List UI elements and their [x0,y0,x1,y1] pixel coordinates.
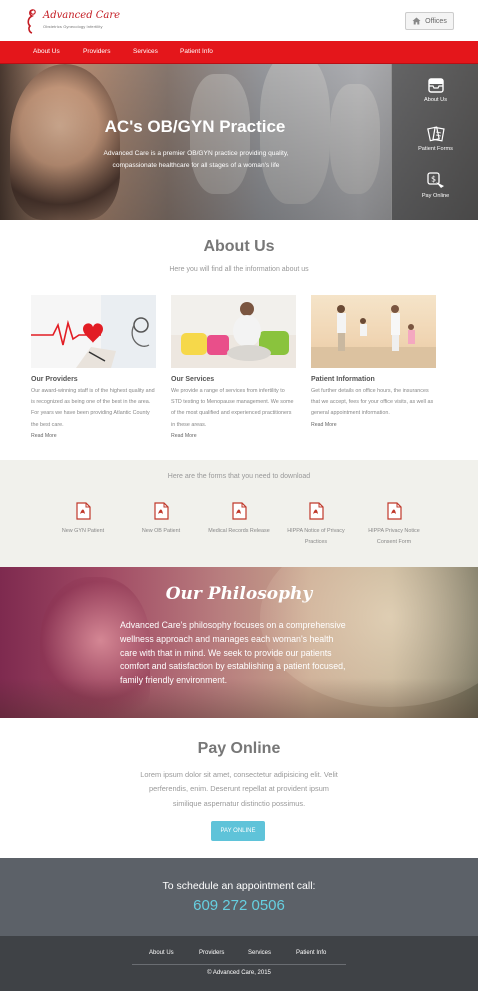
footer-divider [132,964,346,965]
form-label: Medical Records Release [208,528,270,534]
read-more-link[interactable]: Read More [171,433,296,439]
footer-link-providers[interactable]: Providers [199,950,224,956]
pay-text: Lorem ipsum dolor sit amet, consectetur … [140,770,338,808]
brand-tagline: Obstetrics Gynecology Infertility [43,24,103,29]
form-label: HIPPA Notice of Privacy Practices [287,528,345,545]
pdf-icon [232,502,247,520]
quick-link-label: Patient Forms [418,146,453,152]
form-label: New GYN Patient [61,528,105,534]
form-hippa-notice-privacy-practices[interactable]: HIPPA Notice of Privacy Practices [281,502,351,547]
forms-section: Here are the forms that you need to down… [0,460,478,567]
appointment-text: To schedule an appointment call: [162,880,316,892]
pay-title: Pay Online [197,740,281,757]
philosophy-section: Our Philosophy Advanced Care's philosoph… [0,567,478,718]
form-hippa-privacy-consent[interactable]: HIPPA Privacy Notice Consent Form [358,502,430,547]
card-title: Our Services [171,376,215,383]
inbox-icon [427,78,444,93]
philosophy-title: Our Philosophy [165,584,313,604]
card-text: Our award-winning staff is of the highes… [31,388,155,428]
card-our-providers: Our Providers Our award-winning staff is… [31,295,156,439]
appointment-section: To schedule an appointment call: 609 272… [0,858,478,936]
pay-online-button[interactable]: PAY ONLINE [211,821,265,841]
quick-link-patient-forms[interactable]: Patient Forms [392,126,478,152]
nav-item-services[interactable]: Services [133,48,158,55]
pdf-icon [76,502,91,520]
hero-title: AC's OB/GYN Practice [104,117,286,136]
footer-link-services[interactable]: Services [248,950,271,956]
providers-image [31,295,156,368]
patient-info-image [311,295,436,368]
logo[interactable]: Advanced Care Obstetrics Gynecology Infe… [24,7,134,35]
card-patient-information: Patient Information Get further details … [311,295,436,428]
offices-button[interactable]: Offices [405,12,454,30]
card-text: Get further details on office hours, the… [311,388,434,417]
logo-icon [27,9,36,34]
card-our-services: Our Services We provide a range of servi… [171,295,296,439]
about-title: About Us [203,238,275,255]
form-new-ob-patient[interactable]: New OB Patient [126,502,196,537]
quick-link-label: About Us [423,97,447,103]
forms-heading: Here are the forms that you need to down… [167,473,311,480]
pdf-icon [154,502,169,520]
form-medical-records-release[interactable]: Medical Records Release [203,502,275,537]
nav-item-patient-info[interactable]: Patient Info [180,48,213,55]
quick-link-label: Pay Online [421,193,450,199]
form-label: New OB Patient [141,528,181,534]
card-text: We provide a range of services from infe… [171,388,294,428]
card-title: Our Providers [31,376,78,383]
appointment-phone[interactable]: 609 272 0506 [0,897,478,914]
pdf-icon [309,502,324,520]
pay-icon: $ [426,172,444,188]
main-nav: About Us Providers Services Patient Info [0,41,478,64]
pdf-icon [387,502,402,520]
quick-link-pay-online[interactable]: $ Pay Online [392,172,478,199]
about-subtitle: Here you will find all the information a… [169,266,309,273]
footer-copyright: © Advanced Care, 2015 [207,970,271,976]
read-more-link[interactable]: Read More [311,422,436,428]
hero-quick-links: About Us Patient Forms $ Pay Online [391,64,478,220]
nav-item-providers[interactable]: Providers [83,48,110,55]
hero-banner: AC's OB/GYN Practice Advanced Care is a … [0,64,478,220]
hero-text: Advanced Care is a premier OB/GYN practi… [103,150,289,169]
form-new-gyn-patient[interactable]: New GYN Patient [48,502,118,537]
home-icon [412,17,421,25]
form-label: HIPPA Privacy Notice Consent Form [368,528,420,545]
footer-link-about-us[interactable]: About Us [149,950,174,956]
card-title: Patient Information [311,376,375,383]
nav-item-about-us[interactable]: About Us [33,48,60,55]
read-more-link[interactable]: Read More [31,433,156,439]
forms-icon [426,126,445,142]
site-header: Advanced Care Obstetrics Gynecology Infe… [0,0,478,41]
footer-link-patient-info[interactable]: Patient Info [296,950,326,956]
quick-link-about-us[interactable]: About Us [392,78,478,103]
site-footer: About Us Providers Services Patient Info… [0,936,478,991]
svg-text:$: $ [430,175,435,184]
services-image [171,295,296,368]
philosophy-text: Advanced Care's philosophy focuses on a … [120,620,346,686]
brand-name: Advanced Care [43,10,121,21]
offices-label: Offices [425,17,447,25]
